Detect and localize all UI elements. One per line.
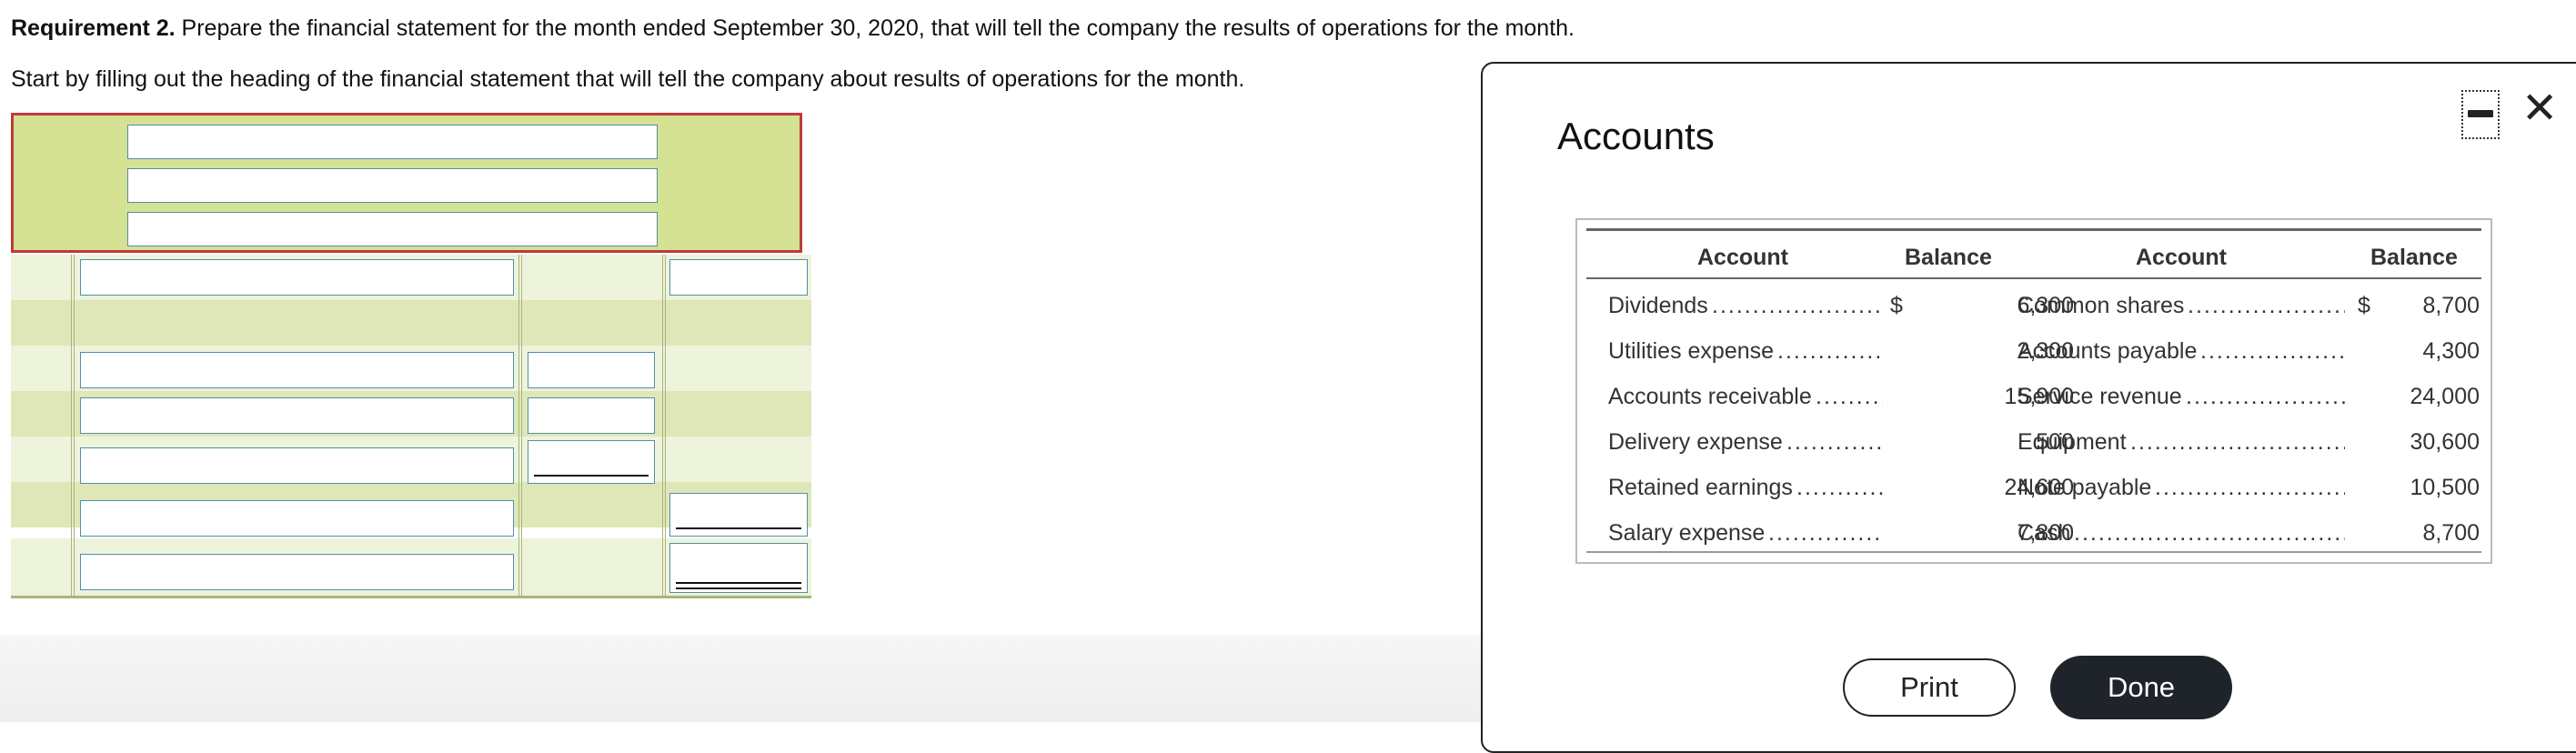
print-button[interactable]: Print	[1843, 658, 2016, 717]
account-name: Utilities expense	[1608, 338, 1775, 364]
header-account-right: Account	[2136, 245, 2227, 270]
dot-leader: ..................................	[2074, 520, 2345, 546]
heading-period-input[interactable]	[127, 212, 658, 246]
heading-statement-name-input[interactable]	[127, 168, 658, 203]
account-name: Delivery expense	[1608, 429, 1783, 455]
account-name: Accounts receivable	[1608, 384, 1812, 409]
account-balance: 24,000	[2410, 384, 2480, 409]
statement-account-input[interactable]	[80, 352, 514, 388]
account-balance: 30,600	[2410, 429, 2480, 455]
dot-leader: ............	[1786, 429, 1883, 455]
minimize-icon	[2468, 110, 2493, 117]
account-balance: 8,700	[2422, 520, 2480, 546]
dot-leader: ........................	[2155, 475, 2345, 500]
dot-leader: .....................	[1712, 293, 1883, 318]
popup-title: Accounts	[1557, 115, 1715, 157]
statement-amount-input[interactable]	[528, 352, 655, 388]
statement-net-income-input[interactable]	[669, 543, 808, 593]
dot-leader: ....................	[2188, 293, 2345, 318]
statement-account-input[interactable]	[80, 397, 514, 434]
statement-account-input[interactable]	[80, 447, 514, 484]
page-footer-band	[0, 635, 1483, 722]
statement-heading-block	[11, 113, 802, 253]
statement-row-2	[11, 300, 811, 346]
account-balance: 24,600	[2004, 475, 2074, 500]
dot-leader: ....................	[2186, 384, 2345, 409]
requirement-text: Prepare the financial statement for the …	[175, 15, 1575, 41]
dot-leader: ..............	[1768, 520, 1883, 546]
requirement-instruction: Requirement 2. Prepare the financial sta…	[11, 15, 1575, 42]
header-account-left: Account	[1697, 245, 1788, 270]
statement-amount-input[interactable]	[669, 259, 808, 296]
account-name: Salary expense	[1608, 520, 1766, 546]
statement-subtotal-input[interactable]	[528, 440, 655, 484]
dot-leader: .........	[1816, 384, 1883, 409]
column-divider	[71, 255, 75, 597]
minimize-button[interactable]	[2461, 90, 2500, 139]
account-name: Dividends	[1608, 293, 1708, 318]
start-instruction: Start by filling out the heading of the …	[11, 66, 1245, 92]
statement-account-input[interactable]	[80, 259, 514, 296]
table-bottom-rule	[1586, 551, 2481, 553]
account-balance: 15,900	[2004, 384, 2074, 409]
requirement-label: Requirement 2.	[11, 15, 176, 41]
dot-leader: ...........	[1796, 475, 1883, 500]
account-balance: 6,300	[2017, 293, 2074, 318]
account-balance: 4,300	[2422, 338, 2480, 364]
currency-symbol: $	[2358, 293, 2370, 318]
statement-amount-input[interactable]	[528, 397, 655, 434]
account-name: Retained earnings	[1608, 475, 1793, 500]
statement-account-input[interactable]	[80, 500, 514, 537]
account-balance: 2,300	[2017, 338, 2074, 364]
currency-symbol: $	[1890, 293, 1903, 318]
done-button[interactable]: Done	[2050, 656, 2232, 719]
column-divider	[518, 255, 522, 597]
heading-company-name-input[interactable]	[127, 125, 658, 159]
statement-total-input[interactable]	[669, 493, 808, 537]
account-balance: 10,500	[2410, 475, 2480, 500]
column-divider	[662, 255, 666, 597]
account-balance: 7,800	[2017, 520, 2074, 546]
statement-bottom-rule	[11, 596, 811, 598]
table-top-rule	[1586, 228, 2481, 231]
dot-leader: .............	[1777, 338, 1883, 364]
account-balance: 500	[2036, 429, 2074, 455]
table-header-rule	[1586, 277, 2481, 279]
header-balance-right: Balance	[2370, 245, 2458, 270]
header-balance-left: Balance	[1905, 245, 1992, 270]
dot-leader: ...........................	[2130, 429, 2345, 455]
close-icon[interactable]: ✕	[2521, 87, 2558, 131]
statement-account-input[interactable]	[80, 554, 514, 590]
dot-leader: ..................	[2200, 338, 2345, 364]
